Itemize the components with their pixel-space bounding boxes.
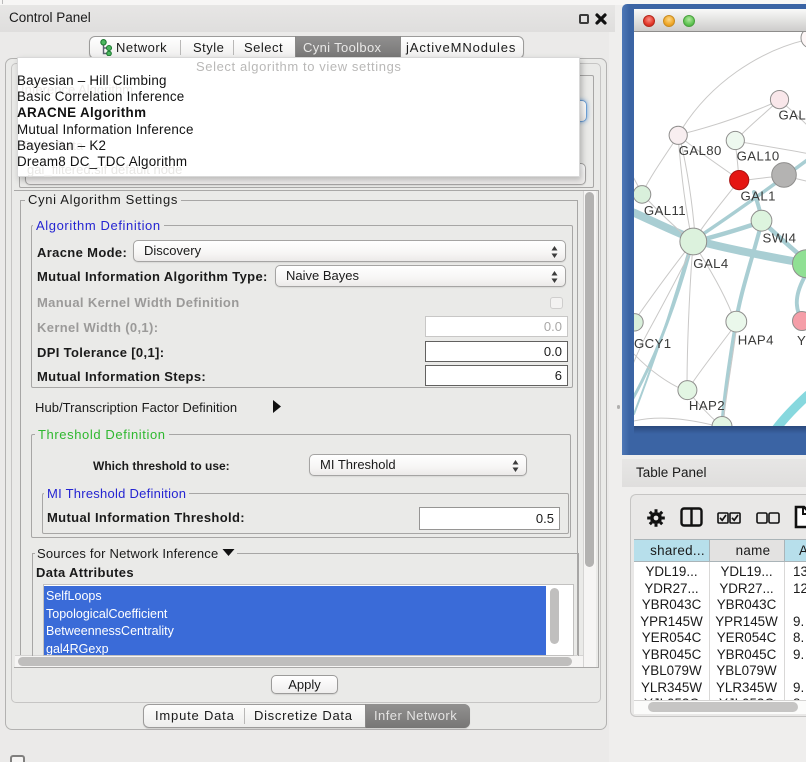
svg-text:GAL80: GAL80: [679, 143, 722, 158]
svg-text:GAL1: GAL1: [741, 189, 776, 204]
svg-text:HAP2: HAP2: [689, 398, 725, 413]
svg-text:YJ: YJ: [797, 333, 806, 348]
svg-text:SWI4: SWI4: [763, 231, 797, 246]
svg-text:HAP4: HAP4: [738, 333, 774, 348]
svg-text:GCY1: GCY1: [634, 336, 672, 351]
svg-text:GAL10: GAL10: [737, 149, 780, 164]
svg-text:GAL2: GAL2: [779, 108, 806, 123]
svg-text:GAL11: GAL11: [644, 203, 686, 218]
svg-text:GAL4: GAL4: [693, 256, 728, 271]
